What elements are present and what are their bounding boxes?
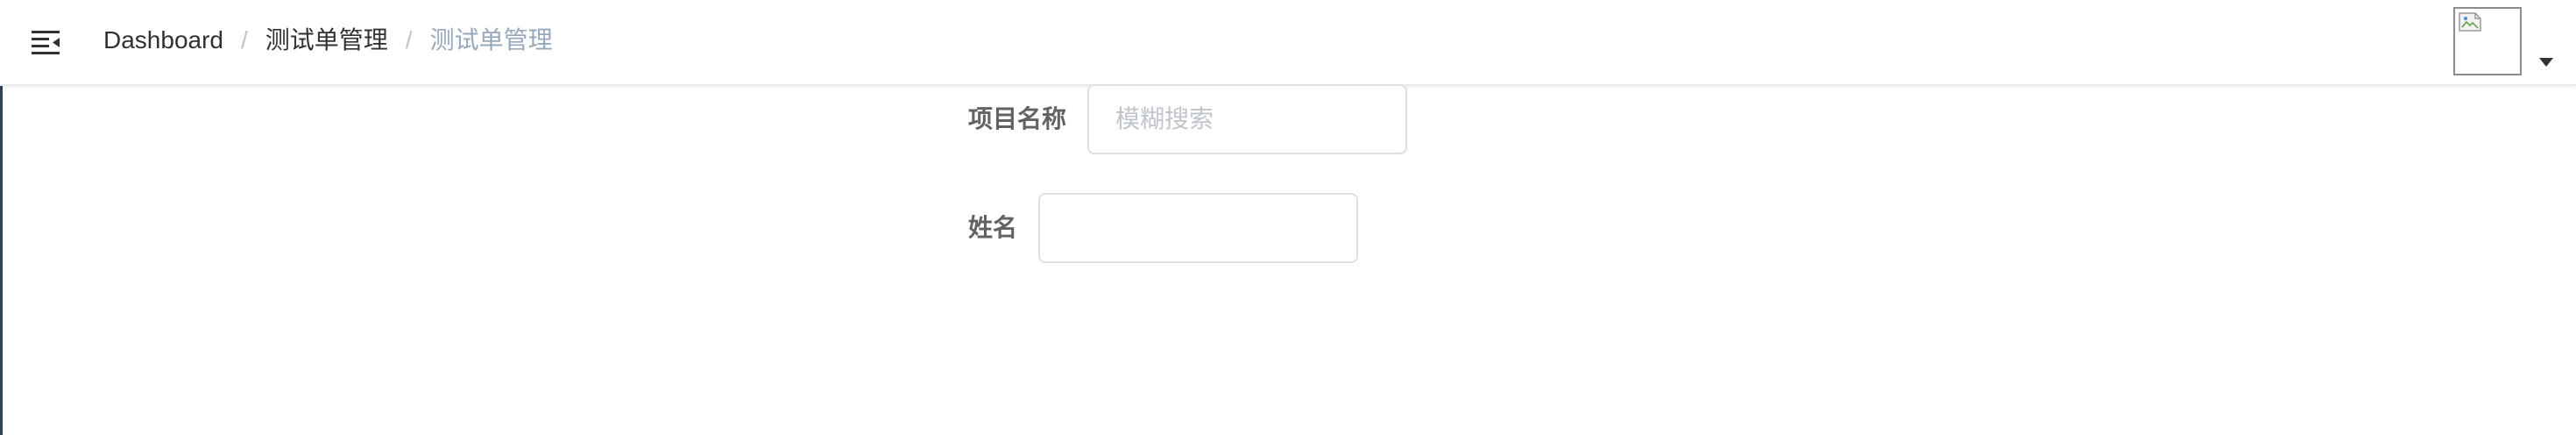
project-name-input[interactable] [1087,84,1407,154]
avatar[interactable] [2453,7,2522,75]
breadcrumb-separator: / [240,26,248,53]
name-label: 姓名 [968,214,1018,241]
navbar: Dashboard / 测试单管理 / 测试单管理 [0,0,2576,86]
breadcrumb: Dashboard / 测试单管理 / 测试单管理 [103,0,553,81]
breadcrumb-item-test-order-mgmt[interactable]: 测试单管理 [265,0,388,81]
filter-form: 项目名称 姓名 [0,84,2576,435]
broken-image-icon [2459,12,2481,32]
breadcrumb-item-dashboard[interactable]: Dashboard [103,0,223,81]
name-input[interactable] [1038,193,1358,263]
caret-down-icon[interactable] [2539,58,2553,67]
user-menu-trigger[interactable] [2453,5,2553,75]
project-name-label: 项目名称 [968,105,1067,132]
breadcrumb-separator: / [405,26,413,53]
menu-fold-icon[interactable] [26,23,65,61]
breadcrumb-item-current: 测试单管理 [429,26,553,53]
